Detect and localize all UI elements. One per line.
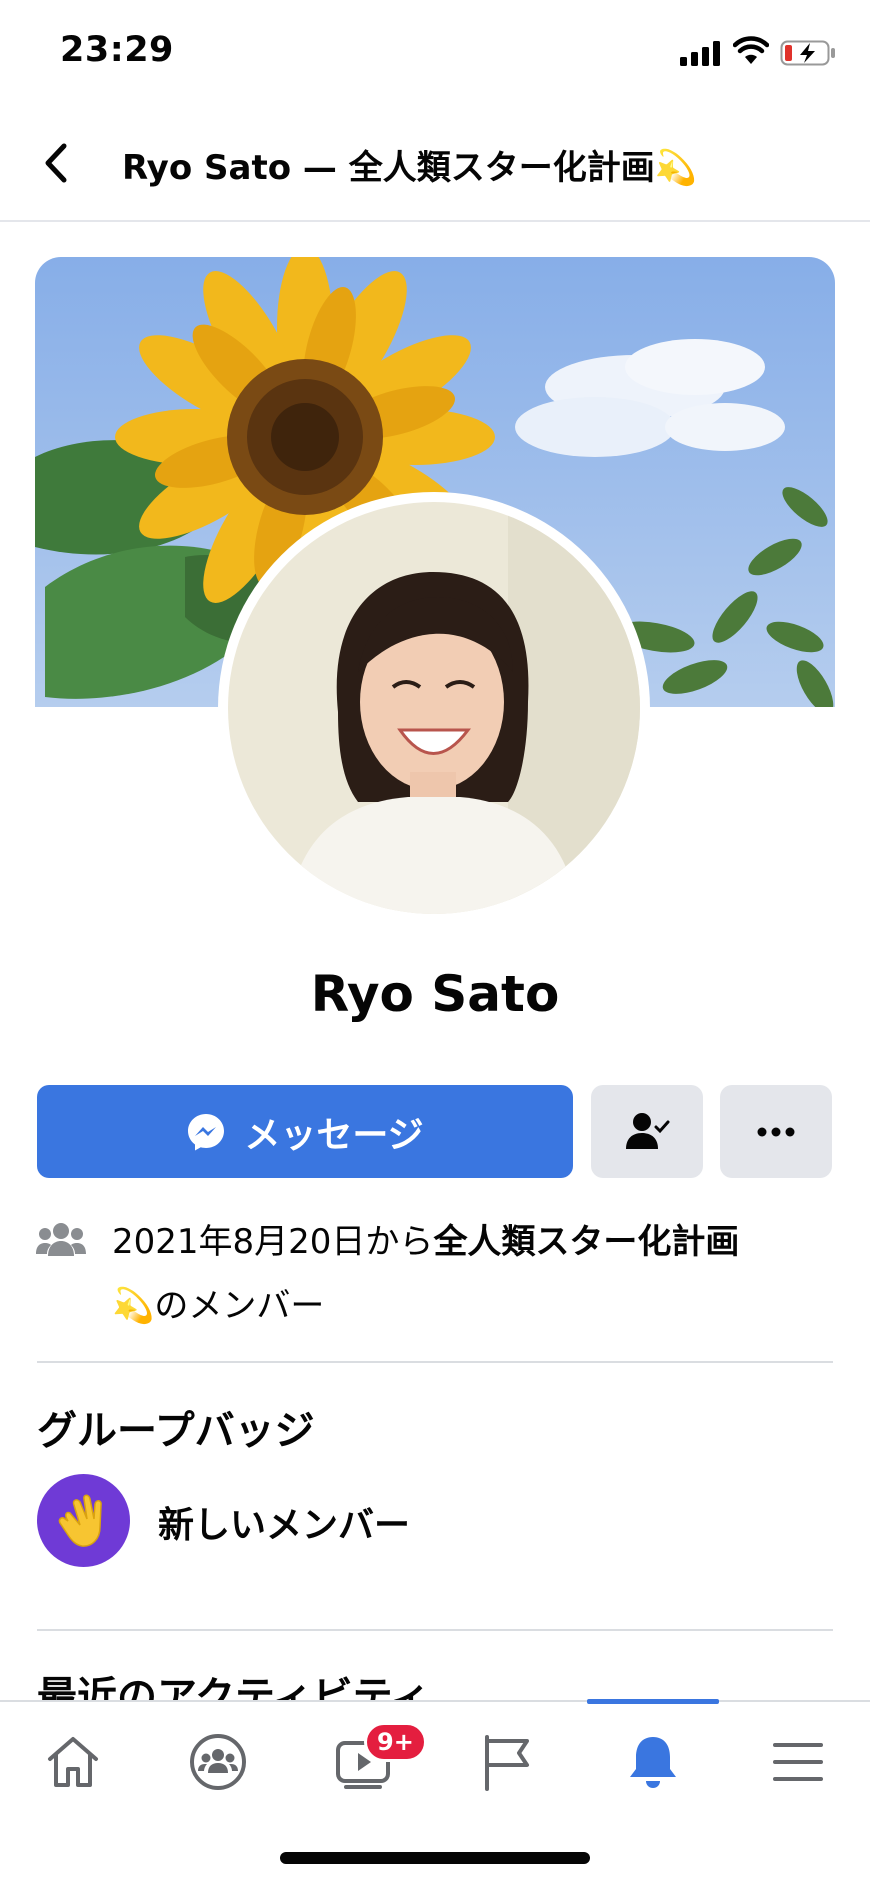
divider xyxy=(37,1361,833,1363)
membership-suffix: 💫のメンバー xyxy=(112,1286,325,1326)
message-button[interactable]: メッセージ xyxy=(37,1085,573,1178)
badge-label: 新しいメンバー xyxy=(158,1505,411,1546)
badges-title: グループバッジ xyxy=(37,1408,315,1454)
video-notification-badge: 9+ xyxy=(364,1722,427,1762)
group-name-link[interactable]: 全人類スター化計画 xyxy=(433,1222,739,1262)
tab-groups[interactable] xyxy=(145,1702,290,1822)
tab-home[interactable] xyxy=(0,1702,145,1822)
tab-menu[interactable] xyxy=(725,1702,870,1822)
back-chevron-icon[interactable] xyxy=(38,140,72,186)
notifications-bell-icon xyxy=(629,1737,676,1788)
status-bar: 23:29 xyxy=(0,0,870,100)
menu-icon xyxy=(772,1743,823,1781)
membership-date: 2021年8月20日から xyxy=(112,1222,434,1262)
divider xyxy=(37,1629,833,1631)
tab-pages[interactable] xyxy=(435,1702,580,1822)
nav-header: Ryo Sato — 全人類スター化計画💫 xyxy=(0,110,870,222)
status-time: 23:29 xyxy=(60,30,174,70)
waving-hand-icon xyxy=(58,1494,102,1547)
profile-name: Ryo Sato xyxy=(310,965,560,1023)
more-dots-icon xyxy=(757,1127,795,1136)
tab-video[interactable] xyxy=(290,1702,435,1822)
wifi-icon xyxy=(733,36,769,64)
member-status-button[interactable] xyxy=(591,1085,703,1178)
cellular-signal-icon xyxy=(680,40,722,66)
messenger-icon xyxy=(188,1113,225,1150)
home-icon xyxy=(47,1737,98,1787)
page-title: Ryo Sato — 全人類スター化計画💫 xyxy=(122,148,698,188)
tab-notifications[interactable] xyxy=(580,1702,725,1822)
groups-icon xyxy=(189,1734,246,1790)
message-button-label: メッセージ xyxy=(244,1114,424,1156)
new-member-badge[interactable] xyxy=(37,1474,130,1567)
profile-avatar[interactable] xyxy=(218,492,650,924)
pages-flag-icon xyxy=(484,1735,529,1791)
more-options-button[interactable] xyxy=(720,1085,832,1178)
battery-icon xyxy=(780,40,835,66)
home-indicator[interactable] xyxy=(280,1852,590,1864)
membership-info: 2021年8月20日から全人類スター化計画 💫のメンバー xyxy=(112,1210,812,1338)
members-group-icon xyxy=(36,1223,86,1256)
person-check-icon xyxy=(626,1112,670,1149)
